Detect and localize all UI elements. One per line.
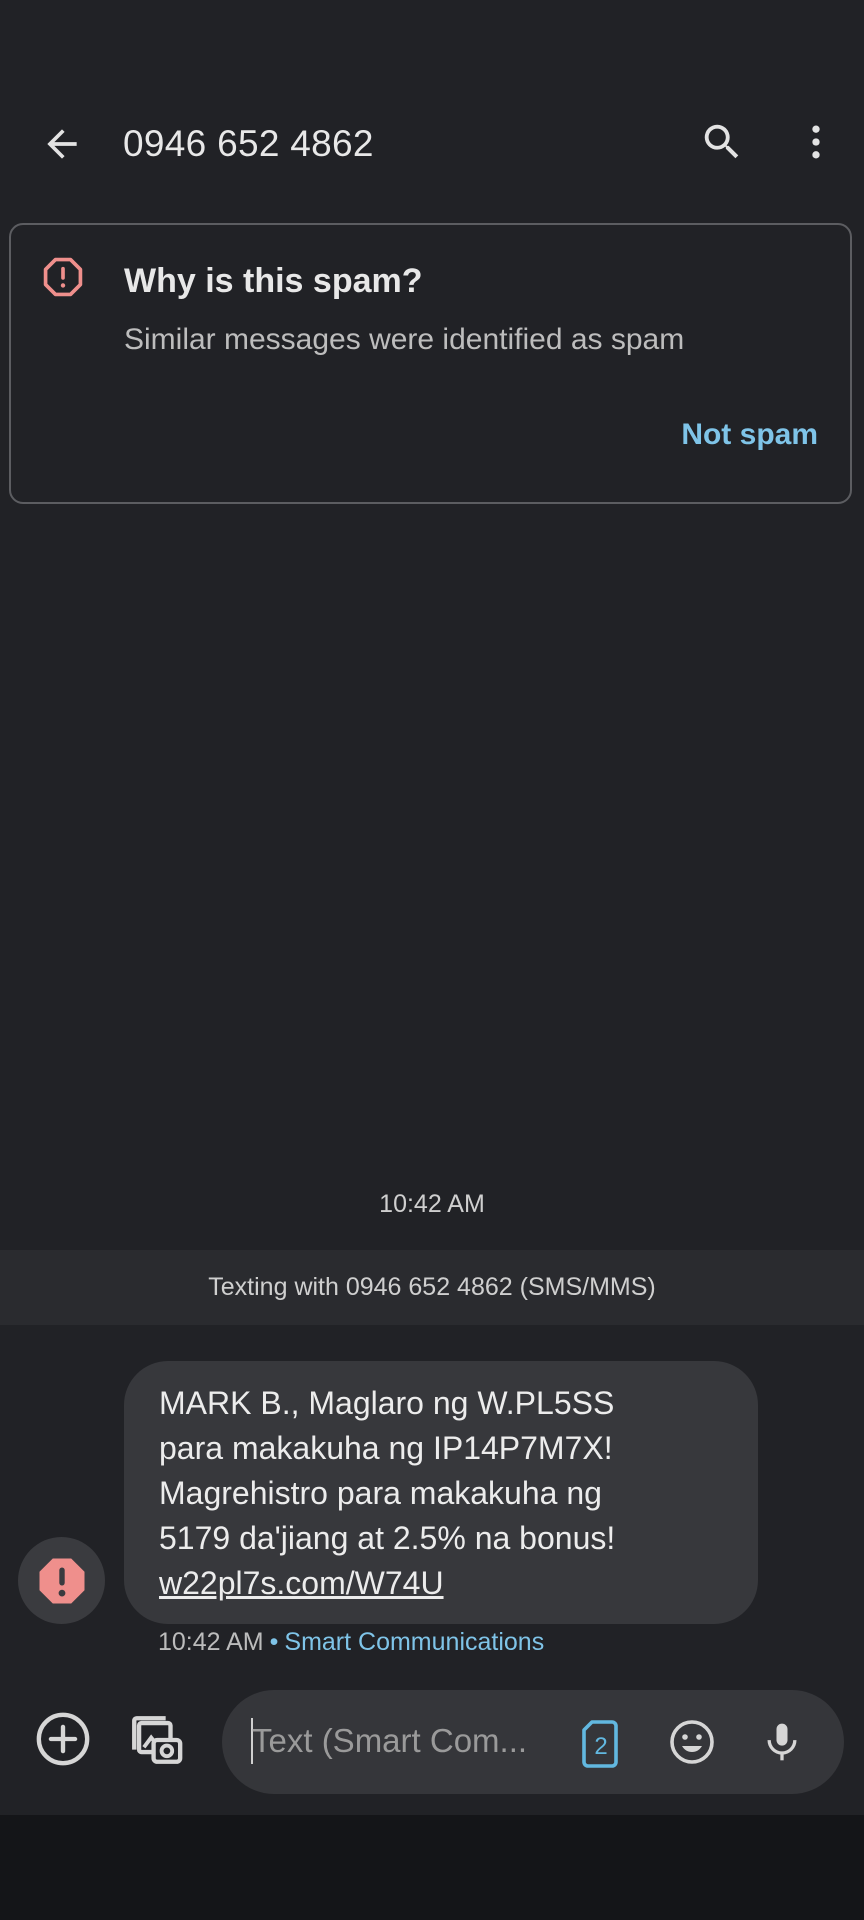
carrier-name: Smart Communications — [284, 1628, 545, 1656]
message-input-placeholder: Text (Smart Com... — [252, 1722, 528, 1759]
gallery-camera-icon — [132, 1716, 183, 1764]
add-circle-icon — [36, 1712, 90, 1766]
search-button[interactable] — [696, 116, 748, 168]
spam-card-title: Why is this spam? — [124, 262, 423, 300]
sim-number: 2 — [594, 1733, 607, 1760]
not-spam-button[interactable]: Not spam — [681, 418, 818, 452]
message-line: Magrehistro para makakuha ng — [159, 1475, 602, 1511]
message-timestamp: 10:42 AM — [379, 1190, 485, 1218]
back-button[interactable] — [36, 118, 88, 170]
message-bubble[interactable]: MARK B., Maglaro ng W.PL5SS para makakuh… — [124, 1361, 758, 1624]
message-input[interactable]: Text (Smart Com... 2 — [222, 1690, 844, 1794]
spam-warning-icon — [43, 257, 83, 297]
system-navigation-area — [0, 1815, 864, 1920]
meta-separator: • — [269, 1628, 279, 1656]
message-time: 10:42 AM — [158, 1628, 264, 1656]
conversation-title: 0946 652 4862 — [123, 123, 374, 164]
gallery-camera-button[interactable] — [126, 1710, 186, 1770]
search-icon — [704, 124, 739, 159]
message-link[interactable]: w22pl7s.com/W74U — [159, 1561, 738, 1606]
texting-with-banner: Texting with 0946 652 4862 (SMS/MMS) — [0, 1250, 864, 1325]
emoji-icon — [670, 1720, 714, 1764]
add-attachment-button[interactable] — [34, 1710, 92, 1768]
message-meta: 10:42 AM • Smart Communications — [158, 1628, 544, 1657]
texting-banner-text: Texting with 0946 652 4862 (SMS/MMS) — [208, 1273, 656, 1301]
sender-avatar[interactable] — [18, 1537, 105, 1624]
top-app-bar: 0946 652 4862 — [0, 0, 864, 220]
more-options-button[interactable] — [790, 116, 842, 168]
spam-avatar-icon — [39, 1558, 84, 1603]
more-vert-icon — [812, 125, 820, 159]
sim-card-icon: 2 — [582, 1720, 618, 1768]
sim-selector-button[interactable]: 2 — [578, 1718, 626, 1770]
arrow-back-icon — [47, 129, 77, 159]
spam-card-description: Similar messages were identified as spam — [124, 323, 685, 356]
message-line: para makakuha ng IP14P7M7X! — [159, 1430, 613, 1466]
emoji-button[interactable] — [666, 1716, 718, 1768]
mic-icon — [767, 1723, 797, 1761]
message-line: 5179 da'jiang at 2.5% na bonus! — [159, 1520, 616, 1556]
message-line: MARK B., Maglaro ng W.PL5SS — [159, 1385, 615, 1421]
spam-info-card: Why is this spam? Similar messages were … — [9, 223, 852, 504]
voice-input-button[interactable] — [756, 1716, 808, 1768]
compose-bar: Text (Smart Com... 2 — [0, 1680, 864, 1815]
